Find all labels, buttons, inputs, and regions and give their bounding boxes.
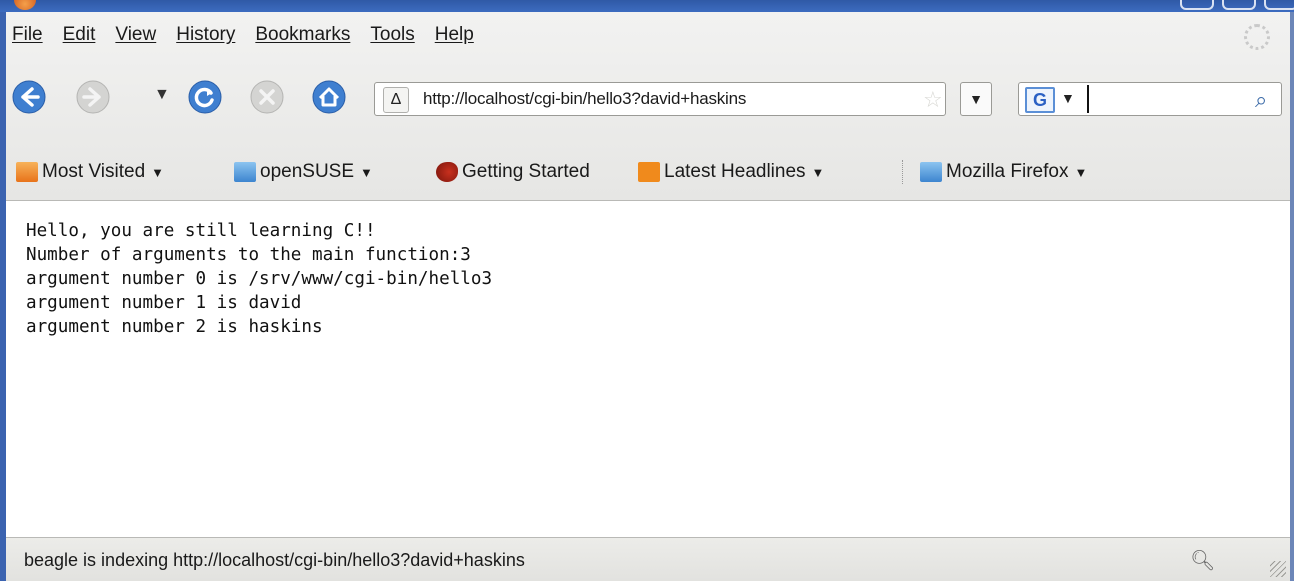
status-text: beagle is indexing http://localhost/cgi-…: [24, 550, 525, 570]
beagle-status-icon[interactable]: 🔍︎: [1190, 548, 1215, 573]
window-border-right: [1290, 12, 1294, 581]
history-dropdown-icon[interactable]: ▼: [154, 86, 170, 104]
reload-icon: [188, 80, 222, 114]
cgi-output: Hello, you are still learning C!! Number …: [26, 219, 492, 339]
menu-edit[interactable]: Edit: [63, 24, 96, 46]
bookmark-latest-headlines[interactable]: Latest Headlines ▼: [638, 158, 824, 186]
forward-button[interactable]: [76, 80, 110, 114]
maximize-icon[interactable]: [1222, 0, 1256, 10]
stop-icon: [250, 80, 284, 114]
bookmark-getting-started[interactable]: Getting Started: [436, 158, 590, 186]
url-dropdown-button[interactable]: ▼: [960, 82, 992, 116]
smart-folder-icon: [16, 162, 38, 182]
search-input[interactable]: [1087, 85, 1245, 113]
throbber-icon: [1244, 24, 1270, 50]
output-line: argument number 2 is haskins: [26, 317, 323, 337]
firefox-icon: [436, 162, 458, 182]
bookmark-star-icon[interactable]: ☆: [923, 87, 943, 113]
resize-grip-icon[interactable]: [1270, 561, 1286, 577]
menu-tools[interactable]: Tools: [370, 24, 414, 46]
url-bar[interactable]: Δ http://localhost/cgi-bin/hello3?david+…: [374, 82, 946, 116]
home-icon: [312, 80, 346, 114]
url-text[interactable]: http://localhost/cgi-bin/hello3?david+ha…: [423, 89, 746, 109]
rss-feed-icon: [638, 162, 660, 182]
navigation-toolbar: ▼ Δ http://localhost/cgi-bin/hello3?davi…: [6, 70, 1290, 126]
menu-history[interactable]: History: [176, 24, 235, 46]
browser-window: File Edit View History Bookmarks Tools H…: [0, 0, 1294, 581]
menu-help[interactable]: Help: [435, 24, 474, 46]
close-window-icon[interactable]: [1264, 0, 1294, 10]
bookmark-opensuse[interactable]: openSUSE ▼: [234, 158, 373, 186]
reload-button[interactable]: [188, 80, 222, 114]
back-button[interactable]: [12, 80, 46, 114]
menu-bookmarks[interactable]: Bookmarks: [255, 24, 350, 46]
output-line: Number of arguments to the main function…: [26, 245, 471, 265]
search-bar[interactable]: G ▼ ⌕: [1018, 82, 1282, 116]
back-arrow-icon: [12, 80, 46, 114]
google-engine-icon[interactable]: G: [1025, 87, 1055, 113]
bookmarks-toolbar: Most Visited ▼ openSUSE ▼ Getting Starte…: [6, 150, 1290, 192]
firefox-logo-icon: [14, 0, 36, 10]
menu-view[interactable]: View: [115, 24, 156, 46]
bookmark-mozilla-firefox[interactable]: Mozilla Firefox ▼: [920, 158, 1087, 186]
search-icon[interactable]: ⌕: [1255, 87, 1267, 113]
output-line: argument number 0 is /srv/www/cgi-bin/he…: [26, 269, 493, 289]
menu-bar: File Edit View History Bookmarks Tools H…: [12, 20, 494, 50]
toolbar-separator: [902, 160, 903, 184]
menu-file[interactable]: File: [12, 24, 43, 46]
home-button[interactable]: [312, 80, 346, 114]
engine-dropdown-icon[interactable]: ▼: [1061, 90, 1075, 106]
stop-button[interactable]: [250, 80, 284, 114]
folder-icon: [920, 162, 942, 182]
status-bar: beagle is indexing http://localhost/cgi-…: [6, 537, 1290, 581]
chevron-down-icon: ▼: [811, 164, 825, 180]
output-line: argument number 1 is david: [26, 293, 302, 313]
output-line: Hello, you are still learning C!!: [26, 221, 376, 241]
site-identity-icon[interactable]: Δ: [383, 87, 409, 113]
chevron-down-icon: ▼: [1074, 164, 1088, 180]
folder-icon: [234, 162, 256, 182]
chevron-down-icon: ▼: [151, 164, 165, 180]
page-content: Hello, you are still learning C!! Number …: [6, 201, 1290, 537]
forward-arrow-icon: [76, 80, 110, 114]
title-bar: [0, 0, 1294, 12]
bookmark-most-visited[interactable]: Most Visited ▼: [16, 158, 164, 186]
minimize-icon[interactable]: [1180, 0, 1214, 10]
chevron-down-icon: ▼: [360, 164, 373, 180]
